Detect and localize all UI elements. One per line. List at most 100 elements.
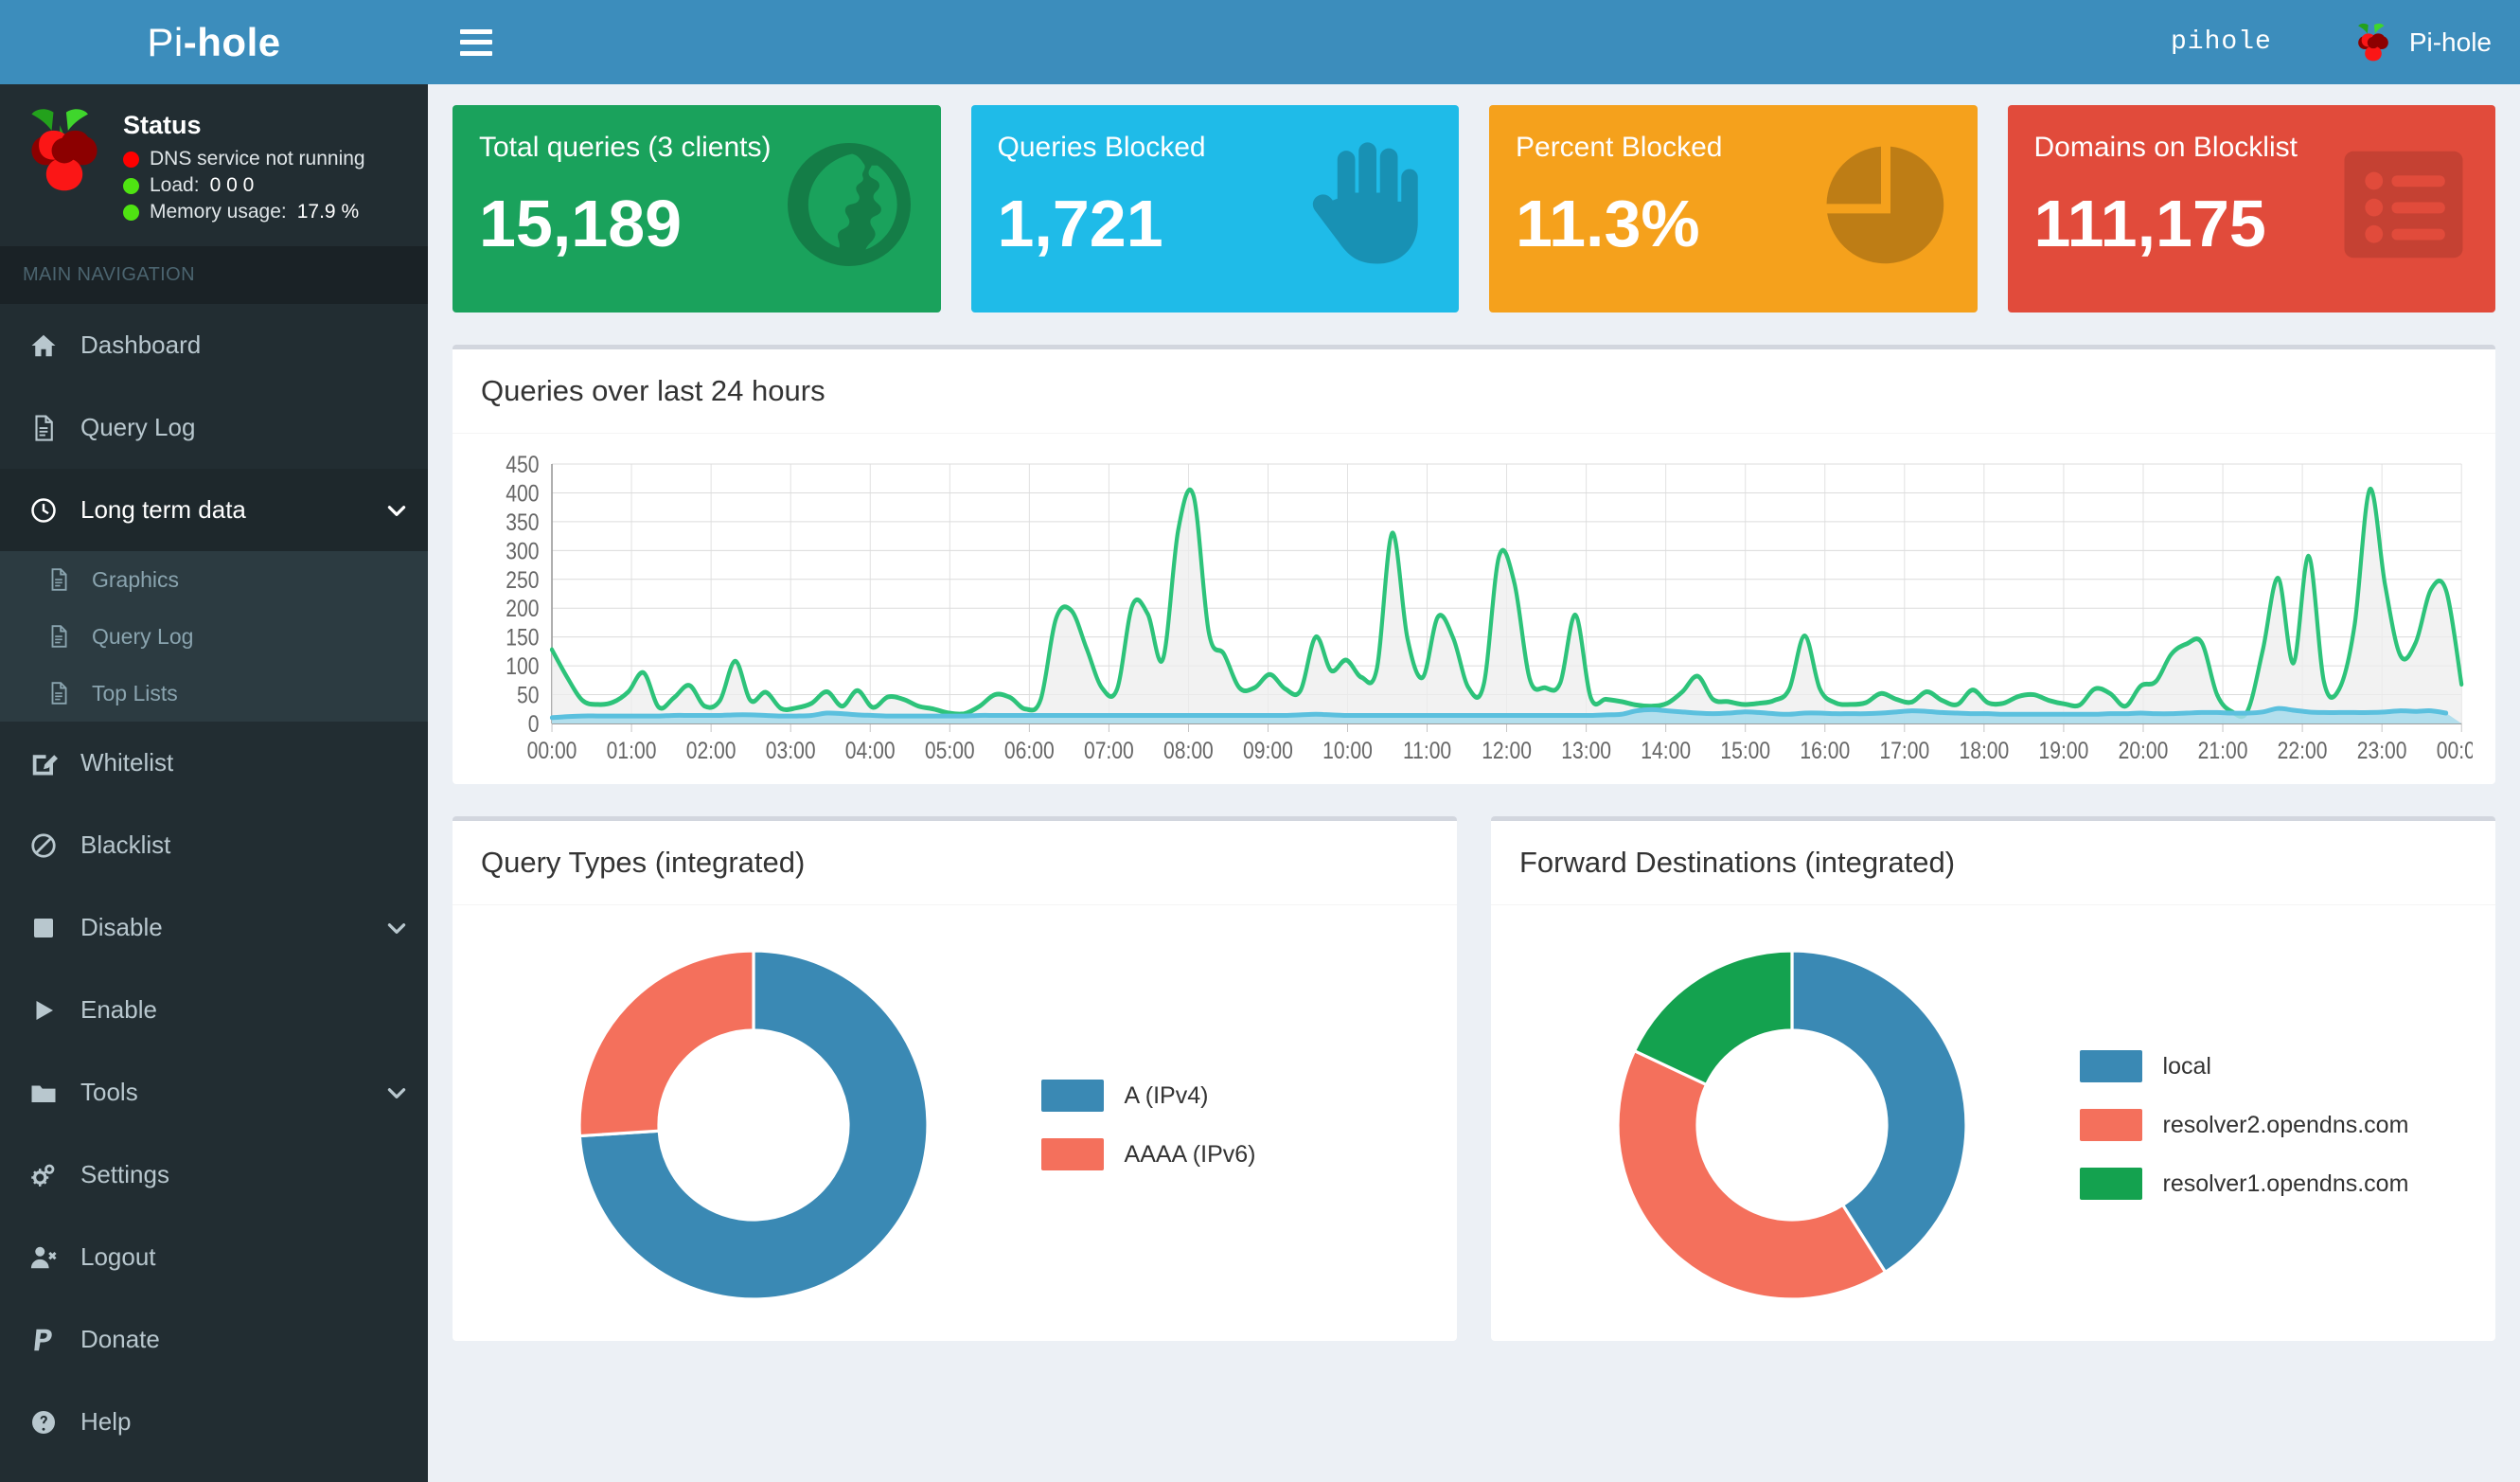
svg-text:07:00: 07:00	[1084, 737, 1134, 763]
forward-destinations-header: Forward Destinations (integrated)	[1491, 821, 2495, 905]
sidebar-item-tools[interactable]: Tools	[0, 1051, 428, 1134]
pencil-square-icon	[27, 749, 60, 777]
status-memory-value: 17.9 %	[296, 201, 360, 223]
sidebar-item-label: Donate	[80, 1325, 160, 1353]
sidebar-sublink[interactable]: Graphics	[0, 551, 428, 608]
queries-over-24h-chart[interactable]: 0 50 100 150 200 250 300 350 400 450 00:00 01:00 02:…	[475, 455, 2473, 767]
legend-label: resolver2.opendns.com	[2162, 1111, 2409, 1138]
svg-text:200: 200	[506, 596, 539, 622]
raspberry-pi-logo-icon	[2357, 23, 2388, 61]
stat-card-queries-blocked[interactable]: Queries Blocked 1,721	[970, 105, 1459, 312]
brand-menu[interactable]: Pi-hole	[2352, 22, 2492, 63]
chevron-down-icon[interactable]	[384, 916, 409, 940]
legend-swatch	[2079, 1168, 2142, 1200]
svg-text:05:00: 05:00	[925, 737, 975, 763]
forward-destinations-chart[interactable]: local resolver2.opendns.com resolver1.open…	[1514, 926, 2473, 1324]
sidebar-subitem-query-log[interactable]: Query Log	[0, 608, 428, 665]
sidebar-item-dashboard[interactable]: Dashboard	[0, 304, 428, 386]
status-row-memory: Memory usage: 17.9 %	[123, 201, 365, 223]
sidebar-link-enable[interactable]: Enable	[0, 969, 428, 1051]
sidebar-sublink[interactable]: Top Lists	[0, 665, 428, 722]
sidebar-item-label: Whitelist	[80, 748, 174, 777]
logo-text-pi: Pi	[147, 19, 184, 64]
legend-swatch	[1040, 1138, 1104, 1170]
sidebar-item-blacklist[interactable]: Blacklist	[0, 804, 428, 886]
chevron-down-icon[interactable]	[384, 1080, 409, 1105]
sidebar-link-tools[interactable]: Tools	[0, 1051, 428, 1134]
sidebar-item-label: Query Log	[80, 413, 196, 441]
legend-item[interactable]: AAAA (IPv6)	[1040, 1138, 1434, 1170]
play-icon	[27, 996, 60, 1025]
sidebar-item-disable[interactable]: Disable	[0, 886, 428, 969]
legend-item[interactable]: resolver2.opendns.com	[2079, 1109, 2473, 1141]
legend-item[interactable]: local	[2079, 1050, 2473, 1082]
sidebar-subitem-graphics[interactable]: Graphics	[0, 551, 428, 608]
svg-text:03:00: 03:00	[766, 737, 816, 763]
sidebar-logo[interactable]: Pi -hole	[0, 0, 428, 84]
question-circle-icon	[27, 1408, 60, 1437]
sidebar-link-blacklist[interactable]: Blacklist	[0, 804, 428, 886]
file-icon	[27, 414, 60, 442]
chevron-down-icon[interactable]	[384, 498, 409, 523]
ban-icon	[27, 831, 60, 860]
query-types-chart[interactable]: A (IPv4) AAAA (IPv6)	[475, 926, 1434, 1324]
svg-text:10:00: 10:00	[1322, 737, 1373, 763]
svg-text:01:00: 01:00	[607, 737, 657, 763]
sidebar-link-donate[interactable]: Donate	[0, 1298, 428, 1381]
sidebar-link-long-term-data[interactable]: Long term data	[0, 469, 428, 551]
home-icon	[27, 331, 60, 360]
sidebar-link-dashboard[interactable]: Dashboard	[0, 304, 428, 386]
sidebar-item-settings[interactable]: Settings	[0, 1134, 428, 1216]
sidebar-link-disable[interactable]: Disable	[0, 886, 428, 969]
sidebar-item-logout[interactable]: Logout	[0, 1216, 428, 1298]
svg-text:21:00: 21:00	[2198, 737, 2248, 763]
stop-square-icon	[27, 914, 60, 942]
svg-text:00:00: 00:00	[527, 737, 577, 763]
red-dot-icon	[123, 151, 139, 168]
sidebar-link-query-log[interactable]: Query Log	[0, 386, 428, 469]
svg-text:23:00: 23:00	[2357, 737, 2407, 763]
sidebar-item-long-term-data[interactable]: Long term data Graphics Query Log Top Lists	[0, 469, 428, 722]
stat-card-total-queries-3-clients[interactable]: Total queries (3 clients) 15,189	[453, 105, 941, 312]
svg-text:08:00: 08:00	[1163, 737, 1214, 763]
sidebar-subitem-label: Top Lists	[92, 680, 178, 705]
svg-text:100: 100	[506, 652, 539, 679]
sidebar-item-query-log[interactable]: Query Log	[0, 386, 428, 469]
query-types-donut[interactable]	[475, 936, 1032, 1314]
queries-24h-header: Queries over last 24 hours	[453, 349, 2495, 434]
sidebar-item-whitelist[interactable]: Whitelist	[0, 722, 428, 804]
stat-card-value: 15,189	[479, 187, 683, 260]
sidebar-subitem-top-lists[interactable]: Top Lists	[0, 665, 428, 722]
sidebar-item-enable[interactable]: Enable	[0, 969, 428, 1051]
stat-cards-row: Total queries (3 clients) 15,189 Queries B…	[453, 105, 2495, 312]
sidebar-item-label: Blacklist	[80, 830, 171, 859]
legend-item[interactable]: A (IPv4)	[1040, 1080, 1434, 1112]
sidebar-item-donate[interactable]: Donate	[0, 1298, 428, 1381]
donut-slice[interactable]	[577, 949, 755, 1138]
sidebar-item-help[interactable]: Help	[0, 1381, 428, 1463]
forward-destinations-donut[interactable]	[1514, 936, 2070, 1314]
sidebar-sublink[interactable]: Query Log	[0, 608, 428, 665]
forward-destinations-legend: local resolver2.opendns.com resolver1.open…	[2070, 1050, 2473, 1200]
hamburger-icon[interactable]	[460, 28, 492, 56]
donut-slice[interactable]	[1616, 1048, 1888, 1301]
status-load-label: Load:	[150, 174, 200, 196]
sidebar-item-label: Long term data	[80, 495, 246, 524]
sidebar-link-settings[interactable]: Settings	[0, 1134, 428, 1216]
svg-text:06:00: 06:00	[1004, 737, 1055, 763]
legend-item[interactable]: resolver1.opendns.com	[2079, 1168, 2473, 1200]
svg-text:04:00: 04:00	[845, 737, 896, 763]
status-memory-label: Memory usage:	[150, 201, 287, 223]
svg-text:0: 0	[528, 710, 540, 737]
stat-card-percent-blocked[interactable]: Percent Blocked 11.3%	[1489, 105, 1978, 312]
svg-text:22:00: 22:00	[2278, 737, 2328, 763]
sidebar-link-logout[interactable]: Logout	[0, 1216, 428, 1298]
sidebar-link-help[interactable]: Help	[0, 1381, 428, 1463]
svg-text:17:00: 17:00	[1879, 737, 1929, 763]
host-name: pihole	[2171, 27, 2272, 57]
query-types-title: Query Types (integrated)	[481, 846, 806, 879]
sidebar-item-label: Enable	[80, 995, 157, 1024]
stat-card-domains-on-blocklist[interactable]: Domains on Blocklist 111,175	[2007, 105, 2495, 312]
sidebar-subitem-label: Query Log	[92, 623, 194, 649]
sidebar-link-whitelist[interactable]: Whitelist	[0, 722, 428, 804]
